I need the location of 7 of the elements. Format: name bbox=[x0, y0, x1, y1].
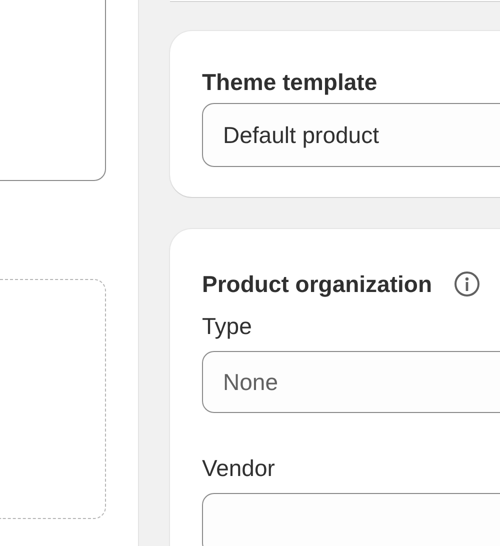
field-label: Type bbox=[202, 312, 253, 341]
info-icon[interactable] bbox=[454, 271, 480, 297]
select-field[interactable]: Default product bbox=[202, 103, 500, 167]
field-label: Vendor bbox=[202, 454, 276, 483]
card-title: Product organization bbox=[202, 270, 432, 299]
card-title: Theme template bbox=[202, 68, 378, 97]
input-field[interactable]: None bbox=[202, 351, 500, 413]
